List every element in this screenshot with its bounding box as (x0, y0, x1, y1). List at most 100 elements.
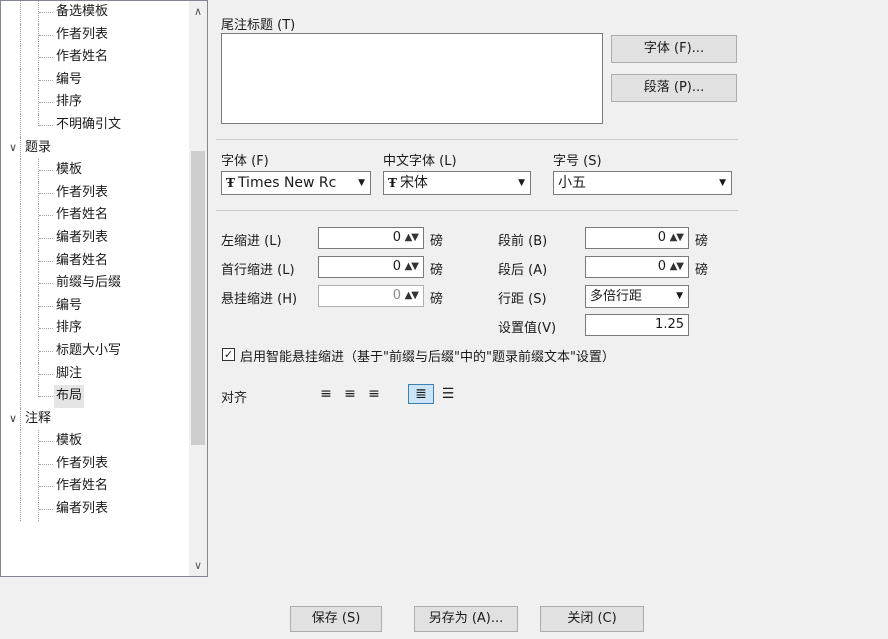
tree-item[interactable]: 编号 (1, 294, 189, 318)
smart-hanging-checkbox[interactable]: ✓ (222, 348, 235, 361)
spin-arrows-icon[interactable]: ▲▼ (405, 257, 419, 277)
tree-item-label: 脚注 (56, 365, 83, 381)
tree-item[interactable]: 脚注 (1, 362, 189, 386)
space-before-label: 段前 (B) (498, 234, 548, 249)
first-line-indent-label: 首行缩进 (L) (221, 263, 295, 278)
cjk-font-combobox[interactable]: Ŧ 宋体 ▼ (383, 171, 531, 195)
tree-item[interactable]: 作者姓名 (1, 204, 189, 227)
tree-item[interactable]: 作者列表 (1, 181, 189, 205)
tree-item[interactable]: 编者列表 (1, 226, 189, 250)
line-spacing-combobox[interactable]: 多倍行距 ▼ (585, 285, 689, 308)
tree-item[interactable]: 作者列表 (1, 23, 189, 47)
tree-guide-line (20, 1, 21, 24)
tree-item[interactable]: 备选模板 (1, 1, 189, 24)
tree-item[interactable]: 模板 (1, 159, 189, 182)
tree-item[interactable]: 编者列表 (1, 498, 189, 521)
tree-guide-line (20, 226, 21, 250)
truetype-font-icon: Ŧ (388, 176, 397, 190)
justify-icon[interactable]: ≣ (408, 384, 434, 404)
spin-arrows-icon[interactable]: ▲▼ (405, 228, 419, 248)
tree-item-label: 前缀与后缀 (56, 275, 122, 291)
font-size-combobox[interactable]: 小五 ▼ (553, 171, 732, 195)
tree-item[interactable]: 排序 (1, 317, 189, 340)
tree-group[interactable]: ∨ 题录 (1, 136, 189, 160)
tree-group[interactable]: ∨ 注释 (1, 407, 189, 431)
truetype-font-icon: Ŧ (226, 176, 235, 190)
align-left-icon[interactable]: ≡ (318, 386, 334, 402)
space-after-unit: 磅 (695, 263, 709, 278)
endnote-title-label: 尾注标题 (T) (221, 18, 296, 33)
spin-arrows-icon[interactable]: ▲▼ (670, 257, 684, 277)
scroll-thumb[interactable] (191, 151, 205, 445)
expand-arrow-icon[interactable]: ∨ (9, 408, 17, 431)
endnote-title-textbox[interactable] (221, 33, 603, 124)
tree-item-label: 布局 (54, 385, 85, 408)
setting-value-input[interactable]: 1.25 (585, 314, 689, 336)
tree-guide-line (39, 260, 53, 262)
tree-guide-line (39, 463, 53, 465)
tree-guide-line (39, 486, 53, 488)
tree-scrollbar[interactable]: ∧ ∨ (189, 1, 207, 576)
tree-item[interactable]: 模板 (1, 430, 189, 453)
tree-guide-line (39, 192, 53, 194)
tree-item-label: 模板 (56, 162, 83, 178)
space-after-input[interactable]: 0 ▲▼ (585, 256, 689, 278)
tree-guide-line (39, 79, 53, 81)
tree-item[interactable]: 编者姓名 (1, 249, 189, 273)
tree-item-label: 编号 (56, 71, 83, 87)
tree-item[interactable]: 不明确引文 (1, 113, 189, 137)
left-indent-input[interactable]: 0 ▲▼ (318, 227, 424, 249)
tree-item[interactable]: 前缀与后缀 (1, 272, 189, 295)
tree-guide-line (38, 113, 39, 126)
tree-guide-line (39, 102, 53, 104)
tree-guide-line (20, 136, 21, 160)
tree-item[interactable]: 编号 (1, 68, 189, 92)
tree-item[interactable]: 布局 (1, 385, 189, 408)
first-line-indent-unit: 磅 (430, 263, 444, 278)
tree-item-label: 作者姓名 (56, 478, 109, 494)
font-combobox[interactable]: Ŧ Times New Rc ▼ (221, 171, 371, 195)
save-as-button[interactable]: 另存为 (A)... (414, 606, 518, 632)
tree-item[interactable]: 排序 (1, 91, 189, 114)
tree-guide-line (39, 237, 53, 239)
tree-item[interactable]: 作者姓名 (1, 475, 189, 499)
hanging-indent-unit: 磅 (430, 292, 444, 307)
close-button[interactable]: 关闭 (C) (540, 606, 644, 632)
expand-arrow-icon[interactable]: ∨ (9, 137, 17, 160)
tree-item-label: 备选模板 (56, 4, 109, 19)
distributed-icon[interactable]: ☰ (440, 386, 456, 402)
spin-arrows-icon[interactable]: ▲▼ (670, 228, 684, 248)
tree-item-label: 作者列表 (56, 455, 109, 471)
tree-guide-line (20, 181, 21, 205)
alignment-label: 对齐 (221, 391, 248, 406)
tree-guide-line (39, 215, 53, 217)
scroll-up-icon[interactable]: ∧ (189, 5, 207, 18)
tree-guide-line (39, 328, 53, 330)
first-line-indent-value: 0 (392, 259, 401, 274)
left-indent-label: 左缩进 (L) (221, 234, 282, 249)
first-line-indent-input[interactable]: 0 ▲▼ (318, 256, 424, 278)
left-indent-unit: 磅 (430, 234, 444, 249)
style-tree[interactable]: 备选模板 作者列表 作者姓名 编号 排序 不明确引文 ∨ 题录 模板 作者列表 作者姓名 编者列表 编者… (0, 0, 208, 577)
title-font-button[interactable]: 字体 (F)... (611, 35, 737, 63)
tree-item[interactable]: 作者列表 (1, 452, 189, 476)
tree-item-label: 编者姓名 (56, 252, 109, 268)
title-paragraph-button[interactable]: 段落 (P)... (611, 74, 737, 102)
tree-guide-line (20, 46, 21, 69)
tree-item[interactable]: 标题大小写 (1, 339, 189, 363)
align-right-icon[interactable]: ≡ (366, 386, 382, 402)
tree-guide-line (20, 452, 21, 476)
save-button[interactable]: 保存 (S) (290, 606, 382, 632)
tree-guide-line (20, 113, 21, 137)
tree-item[interactable]: 作者姓名 (1, 46, 189, 69)
tree-guide-line (39, 124, 53, 126)
tree-guide-line (20, 91, 21, 114)
tree-item-label: 作者列表 (56, 26, 109, 42)
tree-item-label: 排序 (56, 94, 83, 110)
space-before-input[interactable]: 0 ▲▼ (585, 227, 689, 249)
space-before-value: 0 (657, 230, 666, 245)
setting-value-label: 设置值(V) (498, 321, 557, 336)
tree-guide-line (20, 68, 21, 92)
align-center-icon[interactable]: ≡ (342, 386, 358, 402)
scroll-down-icon[interactable]: ∨ (189, 559, 207, 572)
